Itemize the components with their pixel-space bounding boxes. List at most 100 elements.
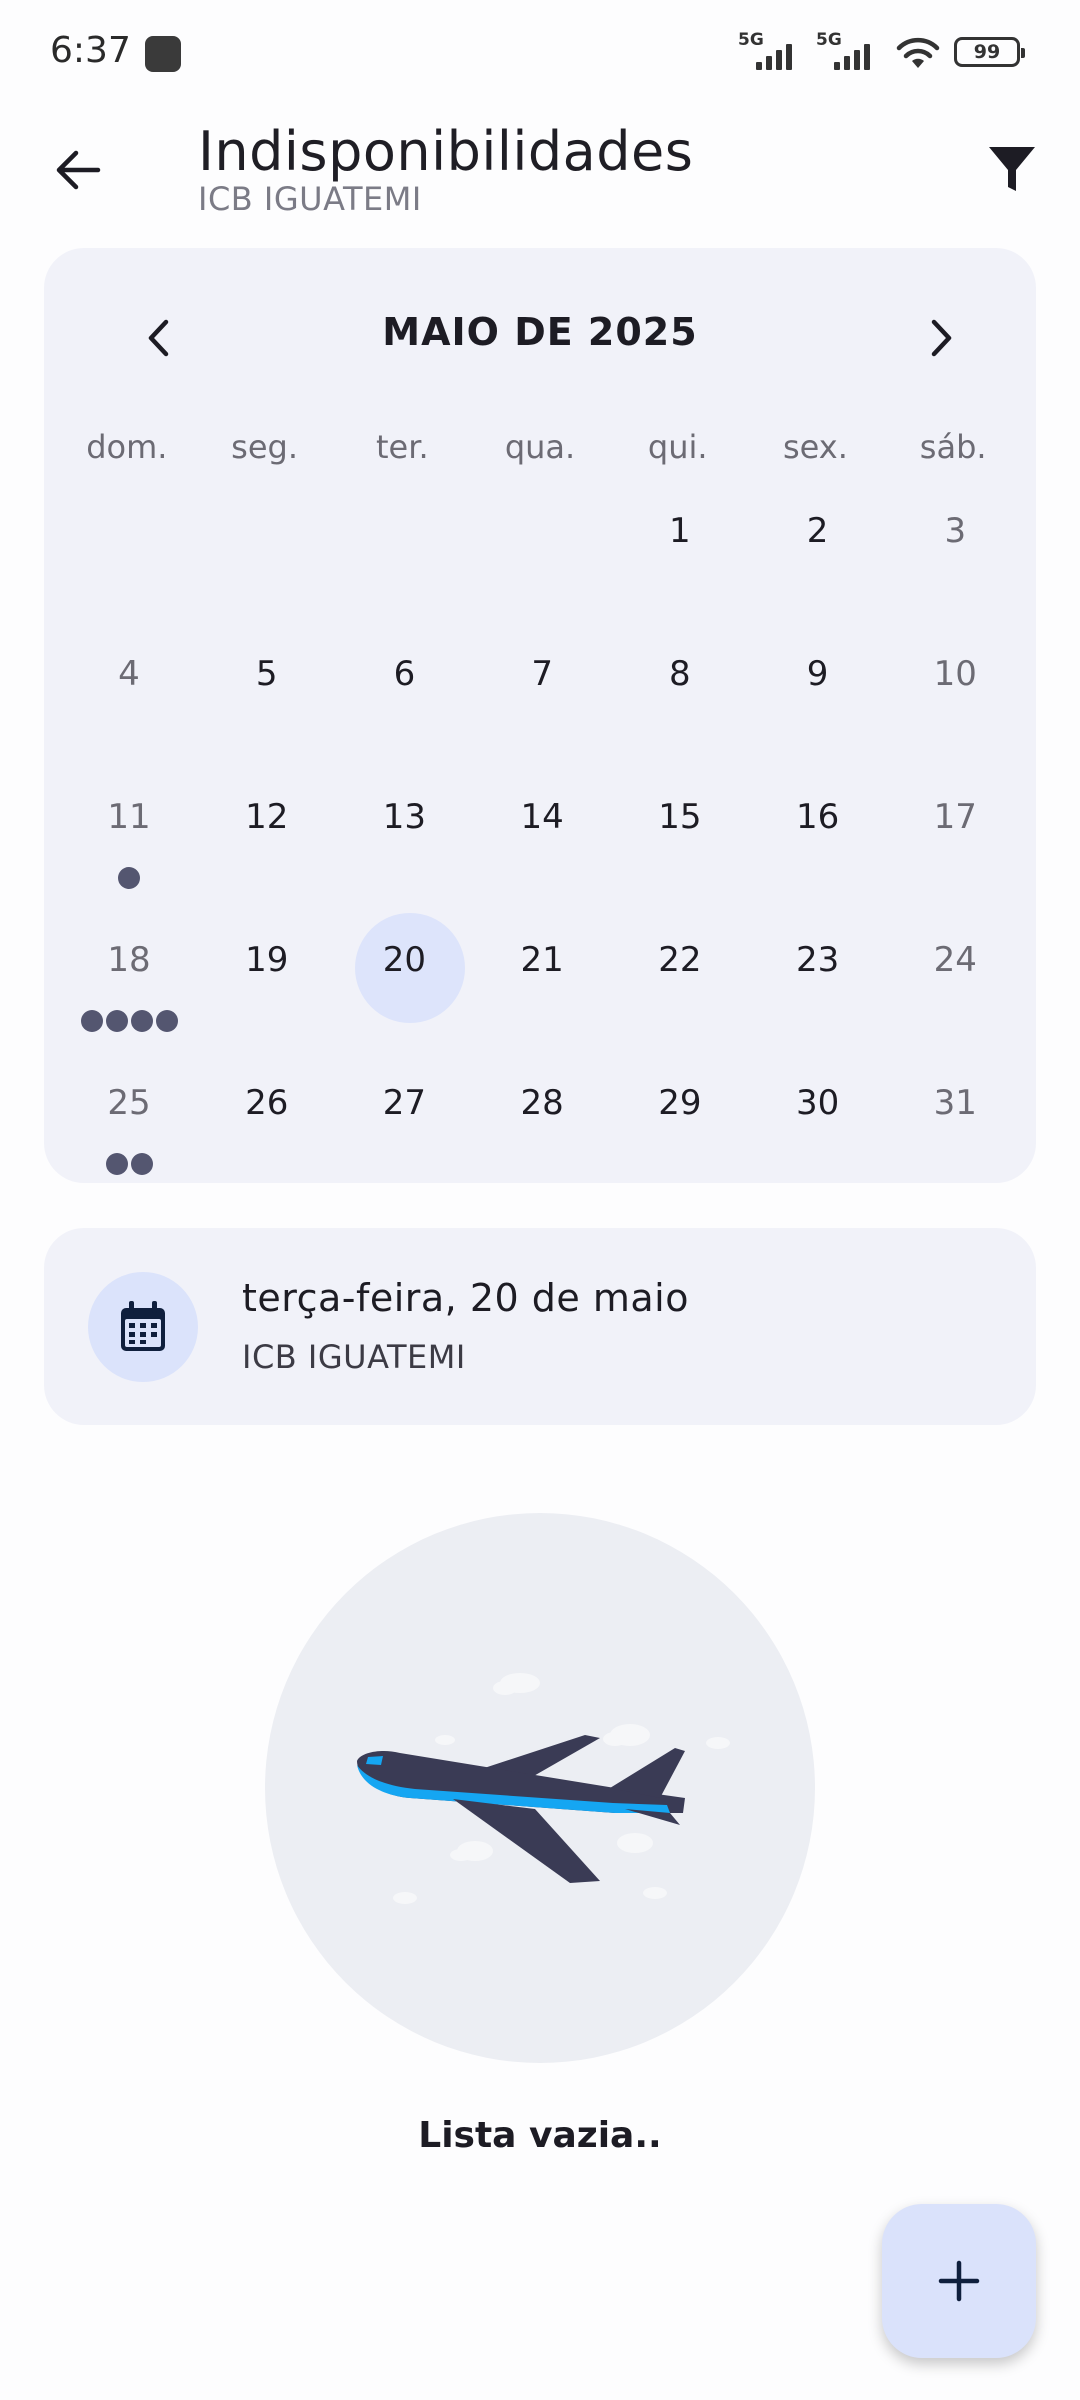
weekday-label: seg. (231, 428, 298, 466)
arrow-left-icon (56, 150, 101, 190)
app-notification-icon (145, 36, 181, 72)
calendar-day-7[interactable]: 7 (471, 629, 609, 772)
calendar-day-number: 20 (382, 940, 427, 980)
calendar-day-28[interactable]: 28 (471, 1058, 609, 1201)
calendar-day-26[interactable]: 26 (196, 1058, 334, 1201)
calendar-day-4[interactable]: 4 (58, 629, 196, 772)
calendar-day-19[interactable]: 19 (196, 915, 334, 1058)
calendar-day-15[interactable]: 15 (609, 772, 747, 915)
calendar-day-25[interactable]: 25 (58, 1058, 196, 1201)
calendar-day-17[interactable]: 17 (884, 772, 1022, 915)
calendar-day-number: 5 (255, 654, 278, 694)
filter-button[interactable] (980, 138, 1044, 202)
weekday-label: dom. (86, 428, 168, 466)
event-dot (80, 1010, 103, 1032)
calendar-day-number: 1 (669, 511, 691, 551)
event-markers (58, 1010, 200, 1032)
wifi-icon (896, 37, 940, 68)
calendar-day-number: 24 (933, 940, 977, 980)
event-markers (58, 867, 200, 889)
calendar-day-number: 29 (658, 1083, 702, 1123)
calendar-day-number: 21 (520, 940, 564, 980)
weekday-label: ter. (375, 428, 429, 466)
calendar-day-number: 4 (118, 654, 140, 694)
calendar-day-11[interactable]: 11 (58, 772, 196, 915)
calendar-day-9[interactable]: 9 (747, 629, 885, 772)
weekday-label: qua. (504, 428, 576, 466)
airplane-illustration (265, 1513, 815, 2063)
calendar-day-empty (333, 486, 471, 629)
signal-icon: 5G (738, 30, 804, 74)
calendar-day-22[interactable]: 22 (609, 915, 747, 1058)
calendar-day-number: 13 (382, 797, 427, 837)
calendar-day-number: 7 (531, 654, 553, 694)
event-dot (105, 1153, 128, 1175)
calendar-day-number: 12 (245, 797, 289, 837)
status-bar: 6:37 5G 5G 99 (0, 0, 1080, 110)
calendar-day-empty (58, 486, 196, 629)
calendar-day-number: 8 (669, 654, 691, 694)
calendar-day-24[interactable]: 24 (884, 915, 1022, 1058)
weekday-label: qui. (647, 428, 708, 466)
selected-date: terça-feira, 20 de maio (242, 1276, 689, 1320)
calendar-day-29[interactable]: 29 (609, 1058, 747, 1201)
calendar-day-13[interactable]: 13 (333, 772, 471, 915)
calendar-day-number: 15 (658, 797, 702, 837)
weekday-label: sáb. (919, 428, 987, 466)
calendar-week: 18 19 20 21 22 23 24 (58, 913, 1022, 1058)
calendar-day-23[interactable]: 23 (747, 915, 885, 1058)
calendar-day-number: 22 (658, 940, 702, 980)
calendar-day-20[interactable]: 20 (333, 913, 471, 1058)
calendar-day-number: 2 (806, 511, 829, 551)
add-button[interactable] (882, 2204, 1036, 2358)
page-title: Indisponibilidades (198, 120, 694, 183)
calendar-day-number: 17 (933, 797, 977, 837)
event-dot (155, 1010, 178, 1032)
calendar-day-3[interactable]: 3 (884, 486, 1022, 629)
calendar-day-empty (471, 486, 609, 629)
calendar-day-5[interactable]: 5 (196, 629, 334, 772)
calendar-day-6[interactable]: 6 (333, 629, 471, 772)
calendar-day-8[interactable]: 8 (609, 629, 747, 772)
calendar-day-16[interactable]: 16 (747, 772, 885, 915)
weekday-label: sex. (783, 428, 848, 466)
event-dot (118, 867, 140, 889)
calendar-day-21[interactable]: 21 (471, 915, 609, 1058)
signal-icon: 5G (816, 30, 882, 74)
selected-unit: ICB IGUATEMI (242, 1338, 466, 1376)
calendar-grid: 1 2 3 4 5 6 7 8 9 10 11 12 13 14 15 16 17 18 19 20 21 22 23 24 2… (58, 486, 1022, 1201)
next-month-button[interactable] (906, 303, 976, 373)
event-dot (105, 1010, 128, 1032)
calendar-day-number: 25 (107, 1083, 151, 1123)
calendar-day-12[interactable]: 12 (196, 772, 334, 915)
calendar-day-number: 9 (806, 654, 829, 694)
calendar-day-number: 18 (107, 940, 151, 980)
calendar-icon (88, 1272, 198, 1382)
calendar-day-27[interactable]: 27 (333, 1058, 471, 1201)
calendar-day-number: 23 (795, 940, 840, 980)
calendar-day-18[interactable]: 18 (58, 915, 196, 1058)
calendar-day-number: 11 (107, 797, 151, 837)
empty-list-message: Lista vazia.. (418, 2115, 662, 2156)
calendar-week: 25 26 27 28 29 30 31 (58, 1058, 1022, 1201)
calendar-day-10[interactable]: 10 (884, 629, 1022, 772)
calendar-week: 11 12 13 14 15 16 17 (58, 772, 1022, 915)
plus-icon (938, 2260, 980, 2302)
filter-icon (989, 147, 1035, 191)
calendar-day-number: 16 (795, 797, 840, 837)
calendar-day-31[interactable]: 31 (884, 1058, 1022, 1201)
back-button[interactable] (46, 138, 110, 202)
selected-day-card: terça-feira, 20 de maio ICB IGUATEMI (44, 1228, 1036, 1425)
calendar-day-number: 6 (393, 654, 416, 694)
calendar-day-1[interactable]: 1 (609, 486, 747, 629)
event-dot (130, 1010, 153, 1032)
calendar-day-14[interactable]: 14 (471, 772, 609, 915)
calendar-day-30[interactable]: 30 (747, 1058, 885, 1201)
event-dot (130, 1153, 153, 1175)
calendar-day-number: 19 (245, 940, 289, 980)
calendar-day-2[interactable]: 2 (747, 486, 885, 629)
status-icons: 5G 5G 99 (738, 30, 1025, 74)
weekday-header: dom. seg. ter. qua. qui. sex. sáb. (58, 428, 1022, 466)
battery-level: 99 (973, 41, 1001, 63)
calendar-day-number: 31 (933, 1083, 977, 1123)
